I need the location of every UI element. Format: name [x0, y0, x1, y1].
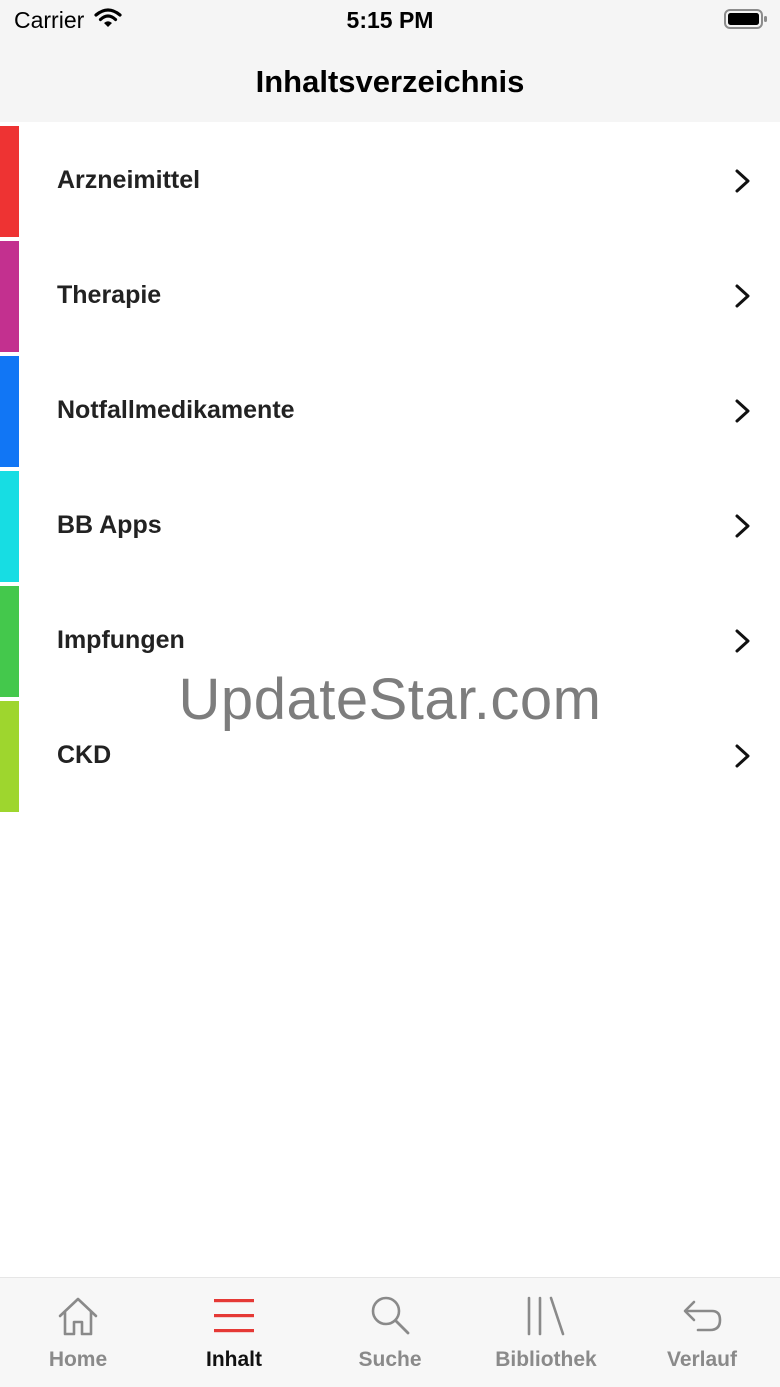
tab-label: Bibliothek	[495, 1348, 597, 1371]
menu-icon	[214, 1299, 254, 1333]
tab-home[interactable]: Home	[0, 1278, 156, 1387]
category-color-bar	[0, 356, 19, 467]
tab-verlauf[interactable]: Verlauf	[624, 1278, 780, 1387]
tab-bibliothek[interactable]: Bibliothek	[468, 1278, 624, 1387]
tab-suche[interactable]: Suche	[312, 1278, 468, 1387]
screen: Carrier 5:15 PM Inhaltsverzeichnis Arzne…	[0, 0, 780, 1387]
category-color-bar	[0, 126, 19, 237]
tab-label: Suche	[358, 1348, 422, 1371]
chevron-right-icon	[735, 629, 750, 653]
category-color-bar	[0, 471, 19, 582]
watermark-text: UpdateStar.com	[178, 667, 602, 732]
chevron-right-icon	[735, 744, 750, 768]
list-item-label: Impfungen	[57, 626, 185, 654]
list-item-therapie[interactable]: Therapie	[0, 241, 780, 352]
list-item-label: Arzneimittel	[57, 166, 201, 194]
tab-label: Home	[48, 1348, 108, 1371]
list-item-notfallmedikamente[interactable]: Notfallmedikamente	[0, 356, 780, 467]
list-item-label: Therapie	[57, 281, 162, 309]
chevron-right-icon	[735, 399, 750, 423]
search-icon	[371, 1296, 410, 1335]
status-bar: Carrier 5:15 PM	[0, 0, 780, 40]
tab-label: Inhalt	[206, 1348, 262, 1371]
home-icon	[58, 1297, 98, 1336]
tab-bar: Home Inhalt Suche Bibliothek Verlauf	[0, 1277, 780, 1387]
chevron-right-icon	[735, 514, 750, 538]
navigation-bar: Inhaltsverzeichnis	[0, 40, 780, 122]
battery-icon	[724, 9, 767, 29]
page-title: Inhaltsverzeichnis	[255, 64, 525, 99]
tab-inhalt[interactable]: Inhalt	[156, 1278, 312, 1387]
chevron-right-icon	[735, 169, 750, 193]
list-item-label: BB Apps	[57, 511, 162, 539]
list-item-label: CKD	[57, 741, 112, 769]
list-item-arzneimittel[interactable]: Arzneimittel	[0, 126, 780, 237]
library-icon	[527, 1296, 565, 1336]
list-item-label: Notfallmedikamente	[57, 396, 295, 424]
undo-icon	[683, 1300, 722, 1332]
list-item-bb-apps[interactable]: BB Apps	[0, 471, 780, 582]
category-color-bar	[0, 241, 19, 352]
chevron-right-icon	[735, 284, 750, 308]
status-time: 5:15 PM	[346, 7, 434, 33]
tab-label: Verlauf	[666, 1348, 738, 1371]
